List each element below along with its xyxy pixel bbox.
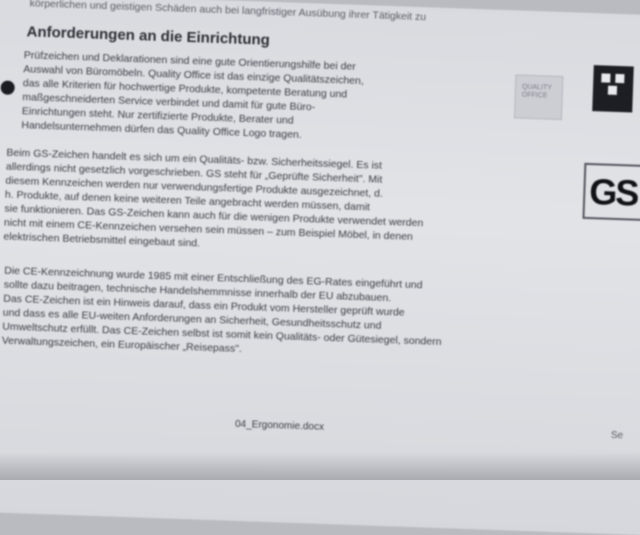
quality-office-dark-logo xyxy=(592,65,634,113)
top-cut-line: körperlichen und geistigen Schäden auch … xyxy=(29,0,427,24)
gs-logo-text: GS xyxy=(588,171,639,214)
quality-office-logo-text: QUALITY OFFICE xyxy=(521,83,552,100)
page-footer-filename: 04_Ergonomie.docx xyxy=(234,418,325,433)
bottom-shadow xyxy=(0,452,640,480)
bullet-dot-icon xyxy=(0,80,15,95)
quality-office-logo: QUALITY OFFICE xyxy=(513,74,564,121)
section-heading: Anforderungen an die Einrichtung xyxy=(26,23,271,49)
gs-seal-logo: GS xyxy=(582,162,640,222)
corner-text: Se xyxy=(610,429,624,442)
